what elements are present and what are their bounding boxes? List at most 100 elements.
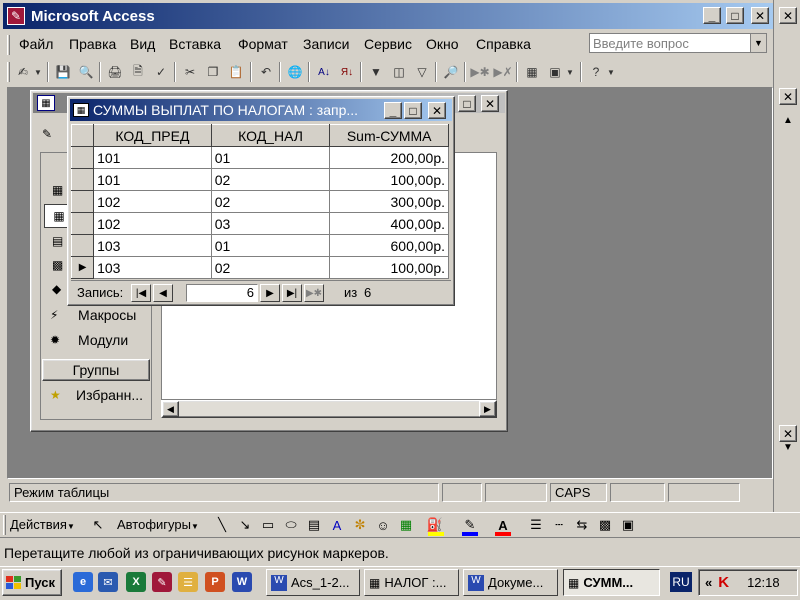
- table-row[interactable]: 102 02 300,00р.: [70, 190, 449, 213]
- rectangle-icon[interactable]: ▭: [259, 516, 277, 534]
- db-item-favorites[interactable]: ★ Избранн...: [50, 387, 143, 403]
- table-cell[interactable]: 03: [210, 212, 331, 235]
- query-minimize-button[interactable]: _: [384, 102, 402, 119]
- access-icon[interactable]: ✎: [152, 572, 172, 592]
- select-all-corner[interactable]: [70, 124, 95, 147]
- task-nalog[interactable]: ▦ НАЛОГ :...: [364, 569, 459, 596]
- query-close-button[interactable]: ✕: [428, 102, 446, 119]
- bg-close-icon-3[interactable]: ✕: [779, 425, 797, 442]
- column-header[interactable]: КОД_ПРЕД: [93, 124, 212, 147]
- 3d-icon[interactable]: ▣: [619, 516, 637, 534]
- table-row[interactable]: 102 03 400,00р.: [70, 212, 449, 235]
- table-cell[interactable]: 100,00р.: [329, 256, 449, 279]
- menu-window[interactable]: Окно: [426, 36, 459, 54]
- db-reports-icon[interactable]: ▩: [52, 258, 63, 272]
- db-toolbar-open-icon[interactable]: ✎: [42, 127, 52, 141]
- properties-icon[interactable]: ▦: [522, 62, 542, 82]
- dash-style-icon[interactable]: ┄: [550, 516, 568, 534]
- bg-close-icon-2[interactable]: ✕: [779, 88, 797, 105]
- db-hscrollbar[interactable]: [161, 400, 497, 418]
- powerpoint-icon[interactable]: P: [205, 572, 225, 592]
- folder-icon[interactable]: ☰: [178, 572, 198, 592]
- db-maximize-button[interactable]: □: [458, 95, 476, 112]
- print-preview-icon[interactable]: 🗎: [128, 62, 148, 82]
- row-selector[interactable]: [70, 168, 95, 191]
- filter-by-form-icon[interactable]: ◫: [389, 62, 409, 82]
- copy-icon[interactable]: ❐: [203, 62, 223, 82]
- search-file-icon[interactable]: 🔍: [76, 62, 96, 82]
- diagram-icon[interactable]: ✼: [351, 516, 369, 534]
- table-cell[interactable]: 600,00р.: [329, 234, 449, 257]
- tray-expand-icon[interactable]: «: [705, 575, 712, 590]
- undo-icon[interactable]: ↶: [256, 62, 276, 82]
- row-selector[interactable]: [70, 146, 95, 169]
- table-cell[interactable]: 102: [93, 212, 212, 235]
- new-object-dropdown-icon[interactable]: ▼: [565, 62, 575, 82]
- sort-ascending-icon[interactable]: A↓: [314, 62, 334, 82]
- table-row[interactable]: 103 01 600,00р.: [70, 234, 449, 257]
- autoshapes-menu[interactable]: Автофигуры▼: [117, 517, 199, 532]
- menu-view[interactable]: Вид: [130, 36, 155, 54]
- select-objects-icon[interactable]: ↖: [89, 516, 107, 534]
- excel-icon[interactable]: X: [126, 572, 146, 592]
- table-cell[interactable]: 02: [210, 256, 331, 279]
- table-row[interactable]: 101 01 200,00р.: [70, 146, 449, 169]
- arrow-style-icon[interactable]: ⇆: [573, 516, 591, 534]
- task-summ-active[interactable]: ▦ СУММ...: [563, 569, 660, 596]
- arrow-icon[interactable]: ↘: [236, 516, 254, 534]
- column-header[interactable]: Sum-СУММА: [329, 124, 449, 147]
- last-record-button[interactable]: ▶|: [282, 284, 302, 302]
- table-cell[interactable]: 300,00р.: [329, 190, 449, 213]
- table-cell[interactable]: 101: [93, 146, 212, 169]
- picture-icon[interactable]: ▦: [397, 516, 415, 534]
- first-record-button[interactable]: |◀: [131, 284, 151, 302]
- line-icon[interactable]: ╲: [213, 516, 231, 534]
- table-cell[interactable]: 100,00р.: [329, 168, 449, 191]
- line-style-icon[interactable]: ☰: [527, 516, 545, 534]
- scroll-left-icon[interactable]: ◀: [162, 401, 179, 417]
- bg-close-icon[interactable]: ✕: [779, 7, 797, 24]
- start-button[interactable]: Пуск: [2, 569, 62, 596]
- help-question-box[interactable]: Введите вопрос ▼: [589, 33, 767, 53]
- shadow-icon[interactable]: ▩: [596, 516, 614, 534]
- query-maximize-button[interactable]: □: [404, 102, 422, 119]
- delete-record-icon[interactable]: ▶✗: [493, 62, 513, 82]
- table-cell[interactable]: 02: [210, 190, 331, 213]
- db-pages-icon[interactable]: ◆: [52, 282, 61, 296]
- row-selector[interactable]: [70, 234, 95, 257]
- current-row-selector[interactable]: ▶: [70, 256, 95, 279]
- current-record-field[interactable]: 6: [186, 284, 258, 302]
- row-selector[interactable]: [70, 190, 95, 213]
- chevron-down-icon[interactable]: ▼: [750, 34, 766, 52]
- find-icon[interactable]: 🔎: [441, 62, 461, 82]
- bg-scroll-up-icon[interactable]: ▲: [779, 115, 797, 133]
- word-icon[interactable]: W: [232, 572, 252, 592]
- paste-icon[interactable]: 📋: [226, 62, 246, 82]
- language-indicator[interactable]: RU: [670, 572, 692, 592]
- table-cell[interactable]: 400,00р.: [329, 212, 449, 235]
- db-forms-icon[interactable]: ▤: [52, 234, 63, 248]
- table-row[interactable]: 101 02 100,00р.: [70, 168, 449, 191]
- row-selector[interactable]: [70, 212, 95, 235]
- new-record-button[interactable]: ▶✱: [304, 284, 324, 302]
- db-close-button[interactable]: ✕: [481, 95, 499, 112]
- hyperlink-icon[interactable]: 🌐: [285, 62, 305, 82]
- menu-edit[interactable]: Правка: [69, 36, 116, 54]
- close-button[interactable]: ✕: [751, 7, 769, 24]
- cut-icon[interactable]: ✂: [180, 62, 200, 82]
- view-icon[interactable]: ✍: [13, 62, 33, 82]
- table-cell[interactable]: 01: [210, 146, 331, 169]
- menu-file[interactable]: Файл: [19, 36, 53, 54]
- save-icon[interactable]: 💾: [53, 62, 73, 82]
- clipart-icon[interactable]: ☺: [374, 516, 392, 534]
- table-cell[interactable]: 102: [93, 190, 212, 213]
- wordart-icon[interactable]: A: [328, 516, 346, 534]
- database-window-icon[interactable]: ▣: [545, 62, 565, 82]
- table-cell[interactable]: 103: [93, 256, 212, 279]
- menu-insert[interactable]: Вставка: [169, 36, 221, 54]
- table-cell[interactable]: 02: [210, 168, 331, 191]
- view-dropdown-icon[interactable]: ▼: [33, 62, 43, 82]
- filter-by-selection-icon[interactable]: ▼: [366, 62, 386, 82]
- bg-scroll-down-icon[interactable]: ▼: [779, 442, 797, 460]
- db-groups-button[interactable]: Группы: [42, 359, 150, 381]
